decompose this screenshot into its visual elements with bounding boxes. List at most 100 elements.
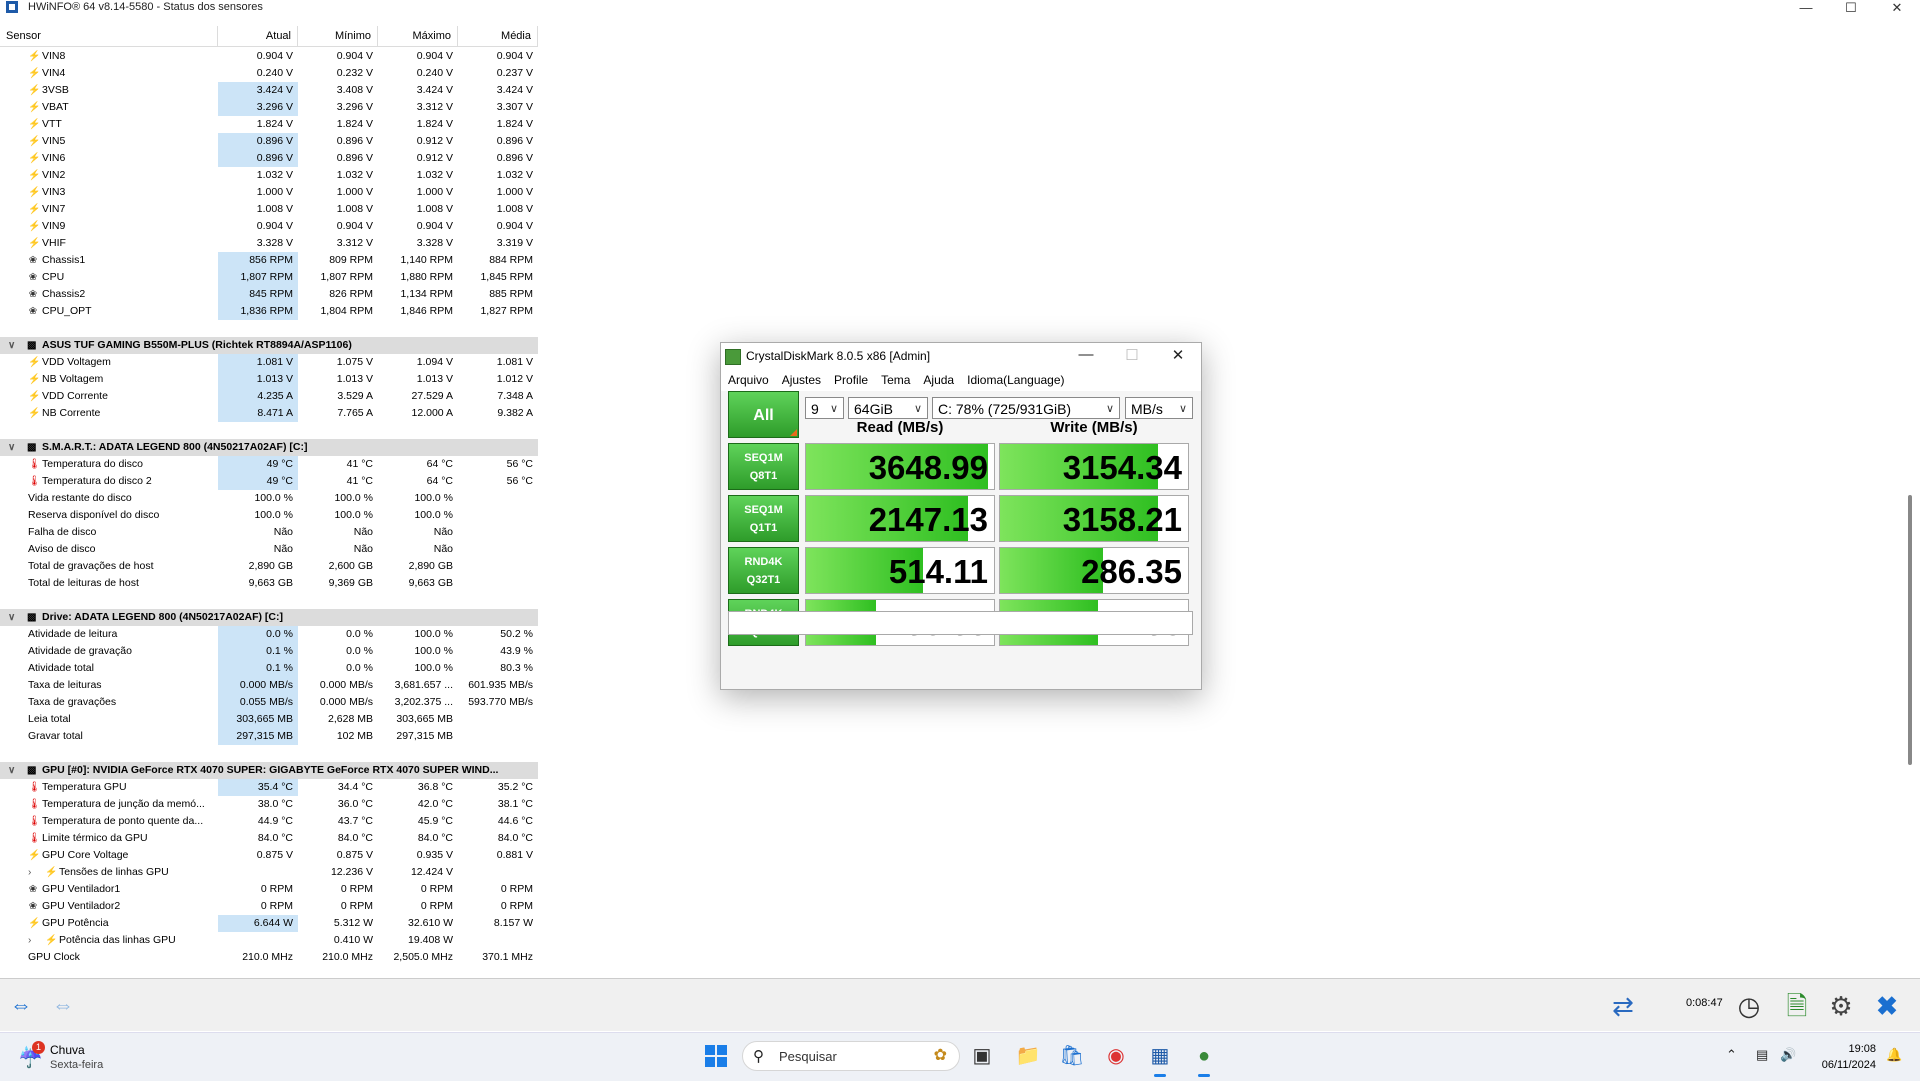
sensor-row[interactable]: ◷Falha de disco Não Não Não <box>0 524 538 541</box>
sensor-row[interactable]: › ⚡ Potência das linhas GPU 0.410 W 19.408 W <box>0 932 538 949</box>
taskbar-search[interactable]: ⚲ Pesquisar ✿ <box>742 1041 960 1071</box>
crystaldiskmark-taskbar-icon[interactable]: ● <box>1189 1041 1219 1077</box>
sensor-group-header[interactable]: ∨ ▩ S.M.A.R.T.: ADATA LEGEND 800 (4N50217A… <box>0 439 538 456</box>
close-x-icon[interactable]: ✖ <box>1866 985 1908 1027</box>
collapse-chevron-icon[interactable]: ∨ <box>8 765 15 776</box>
unit-select[interactable]: MB/s ∨ <box>1125 397 1193 419</box>
maximize-button[interactable]: ☐ <box>1841 0 1861 16</box>
sensor-row[interactable]: ⚡ VIN9 0.904 V 0.904 V 0.904 V 0.904 V <box>0 218 538 235</box>
clock-icon[interactable]: ◷ <box>1728 985 1770 1027</box>
add-report-icon[interactable]: 🗎 <box>1776 985 1818 1027</box>
sensor-row[interactable]: ⚡ VIN7 1.008 V 1.008 V 1.008 V 1.008 V <box>0 201 538 218</box>
sensor-group-header[interactable]: ∨ ▩ ASUS TUF GAMING B550M-PLUS (Richtek RT… <box>0 337 538 354</box>
hwinfo-taskbar-icon[interactable]: ▦ <box>1145 1041 1175 1077</box>
navigate-collapse-icon[interactable]: ⇔ <box>46 992 80 1018</box>
sensor-row[interactable]: ◷Reserva disponível do disco 100.0 % 100.0… <box>0 507 538 524</box>
sensor-row[interactable]: ◷Gravar total297,315 MB102 MB297,315 MB <box>0 728 538 745</box>
network-tray-icon[interactable]: ▤ <box>1756 1047 1768 1063</box>
sensor-row[interactable]: 🌡 Temperatura GPU 35.4 °C 34.4 °C 36.8 °C 35.… <box>0 779 538 796</box>
sensor-row[interactable]: ◷GPU Clock 210.0 MHz 210.0 MHz 2,505.0 MHz 3… <box>0 949 538 966</box>
sensor-row[interactable]: ⚡ 3VSB 3.424 V 3.408 V 3.424 V 3.424 V <box>0 82 538 99</box>
sensor-row[interactable]: ◷Atividade de leitura0.0 %0.0 %100.0 %50… <box>0 626 538 643</box>
file-explorer-icon[interactable]: 📁 <box>1013 1041 1043 1071</box>
tray-expand-icon[interactable]: ⌃ <box>1726 1047 1737 1063</box>
col-sensor[interactable]: Sensor <box>0 26 218 46</box>
menu-tema[interactable]: Tema <box>874 370 916 390</box>
sensor-row[interactable]: ⚡ NB Voltagem 1.013 V 1.013 V 1.013 V 1.012 V <box>0 371 538 388</box>
sensor-row[interactable]: ⚡ VBAT 3.296 V 3.296 V 3.312 V 3.307 V <box>0 99 538 116</box>
sensor-row[interactable]: 🌡 Limite térmico da GPU 84.0 °C 84.0 °C 84.0… <box>0 830 538 847</box>
col-max[interactable]: Máximo <box>378 26 458 46</box>
sensor-row[interactable]: ◷Taxa de leituras0.000 MB/s0.000 MB/s3,6… <box>0 677 538 694</box>
sensor-row[interactable]: ⚡ VDD Corrente 4.235 A 3.529 A 27.529 A 7.348… <box>0 388 538 405</box>
sensor-row[interactable]: › ⚡ Tensões de linhas GPU 12.236 V 12.424 V <box>0 864 538 881</box>
minimize-button[interactable]: — <box>1796 0 1816 15</box>
collapse-chevron-icon[interactable]: ∨ <box>8 340 15 351</box>
start-button[interactable] <box>705 1045 727 1067</box>
sensor-row[interactable]: ◷Aviso de disco Não Não Não <box>0 541 538 558</box>
expand-chevron-icon[interactable]: › <box>28 935 31 946</box>
sensor-row[interactable]: 🌡 Temperatura de junção da memó... 38.0 °C… <box>0 796 538 813</box>
col-avg[interactable]: Média <box>458 26 538 46</box>
test-button[interactable]: SEQ1M Q8T1 <box>728 443 799 490</box>
cdm-minimize-button[interactable]: — <box>1071 346 1101 363</box>
store-icon[interactable]: 🛍 <box>1057 1041 1087 1071</box>
test-button[interactable]: SEQ1M Q1T1 <box>728 495 799 542</box>
sensor-row[interactable]: ◷Total de leituras de host 9,663 GB 9,369 … <box>0 575 538 592</box>
settings-gear-icon[interactable]: ⚙ <box>1820 985 1862 1027</box>
close-button[interactable]: ✕ <box>1887 0 1907 16</box>
sensor-row[interactable]: ⚡ VTT 1.824 V 1.824 V 1.824 V 1.824 V <box>0 116 538 133</box>
sensor-row[interactable]: ⚡ NB Corrente 8.471 A 7.765 A 12.000 A 9.382 … <box>0 405 538 422</box>
sensor-row[interactable]: ❀ GPU Ventilador1 0 RPM 0 RPM 0 RPM 0 RPM <box>0 881 538 898</box>
sensor-row[interactable]: ◷Leia total303,665 MB2,628 MB303,665 MB <box>0 711 538 728</box>
collapse-chevron-icon[interactable]: ∨ <box>8 612 15 623</box>
expand-chevron-icon[interactable]: › <box>28 867 31 878</box>
menu-profile[interactable]: Profile <box>827 370 874 390</box>
comment-field[interactable] <box>728 611 1193 635</box>
col-min[interactable]: Mínimo <box>298 26 378 46</box>
sensor-row[interactable]: ⚡ VIN5 0.896 V 0.896 V 0.912 V 0.896 V <box>0 133 538 150</box>
menu-arquivo[interactable]: Arquivo <box>721 370 775 390</box>
taskbar-clock[interactable]: 19:08 06/11/2024 <box>1810 1041 1876 1073</box>
sensor-row[interactable]: ❀ Chassis1 856 RPM 809 RPM 1,140 RPM 884 RPM <box>0 252 538 269</box>
menu-ajuda[interactable]: Ajuda <box>916 370 960 390</box>
sensor-row[interactable]: ⚡ VHIF 3.328 V 3.312 V 3.328 V 3.319 V <box>0 235 538 252</box>
menu-ajustes[interactable]: Ajustes <box>775 370 827 390</box>
volume-icon[interactable]: 🔊 <box>1780 1047 1796 1063</box>
sensor-row[interactable]: ⚡ VIN2 1.032 V 1.032 V 1.032 V 1.032 V <box>0 167 538 184</box>
sensor-row[interactable]: ⚡ VIN3 1.000 V 1.000 V 1.000 V 1.000 V <box>0 184 538 201</box>
run-all-button[interactable]: All <box>728 391 799 438</box>
test-size-select[interactable]: 64GiB ∨ <box>848 397 928 419</box>
sensor-row[interactable]: ◷Total de gravações de host 2,890 GB 2,600… <box>0 558 538 575</box>
sensor-row[interactable]: ⚡ GPU Core Voltage 0.875 V 0.875 V 0.935 V 0.… <box>0 847 538 864</box>
drive-select[interactable]: C: 78% (725/931GiB) ∨ <box>932 397 1120 419</box>
collapse-chevron-icon[interactable]: ∨ <box>8 442 15 453</box>
navigate-left-right-icon[interactable]: ⇔ <box>4 992 38 1018</box>
notifications-bell-icon[interactable]: 🔔 <box>1886 1047 1902 1063</box>
sensor-row[interactable]: 🌡 Temperatura do disco 2 49 °C 41 °C 64 °C 56… <box>0 473 538 490</box>
sensor-group-header[interactable]: ∨ ▩ Drive: ADATA LEGEND 800 (4N50217A02AF)… <box>0 609 538 626</box>
sensor-row[interactable]: ◷Atividade de gravação0.1 % 0.0 % 100.0 % 4… <box>0 643 538 660</box>
task-view-icon[interactable]: ▣ <box>967 1041 997 1071</box>
sensor-row[interactable]: ⚡ VIN4 0.240 V 0.232 V 0.240 V 0.237 V <box>0 65 538 82</box>
sensor-row[interactable]: 🌡 Temperatura do disco 49 °C 41 °C 64 °C 56 °… <box>0 456 538 473</box>
sensor-row[interactable]: ⚡ VDD Voltagem 1.081 V 1.075 V 1.094 V 1.081 … <box>0 354 538 371</box>
sensor-row[interactable]: ❀ CPU 1,807 RPM 1,807 RPM 1,880 RPM 1,845 RPM <box>0 269 538 286</box>
sensor-row[interactable]: ◷Taxa de gravações0.055 MB/s 0.000 MB/s 3,… <box>0 694 538 711</box>
sensor-row[interactable]: ⚡ GPU Potência 6.644 W 5.312 W 32.610 W 8.157… <box>0 915 538 932</box>
sensor-table[interactable]: ⚡ VIN8 0.904 V 0.904 V 0.904 V 0.904 V ⚡ VIN4 0.… <box>0 48 538 973</box>
menu-idioma[interactable]: Idioma(Language) <box>960 370 1070 390</box>
sensor-row[interactable]: ◷Atividade total0.1 % 0.0 % 100.0 % 80.3 % <box>0 660 538 677</box>
sensor-row[interactable]: ❀ GPU Ventilador2 0 RPM 0 RPM 0 RPM 0 RPM <box>0 898 538 915</box>
network-icon[interactable]: ⇄ <box>1602 985 1644 1027</box>
scrollbar-thumb[interactable] <box>1908 495 1912 765</box>
sensor-row[interactable]: 🌡 Temperatura de ponto quente da... 44.9 °… <box>0 813 538 830</box>
sensor-row[interactable]: ❀ Chassis2 845 RPM 826 RPM 1,134 RPM 885 RPM <box>0 286 538 303</box>
test-count-select[interactable]: 9 ∨ <box>805 397 844 419</box>
col-current[interactable]: Atual <box>218 26 298 46</box>
chrome-icon[interactable]: ◉ <box>1101 1041 1131 1071</box>
sensor-row[interactable]: ◷Vida restante do disco 100.0 % 100.0 % 100… <box>0 490 538 507</box>
sensor-row[interactable]: ❀ CPU_OPT 1,836 RPM 1,804 RPM 1,846 RPM 1,827… <box>0 303 538 320</box>
sensor-row[interactable]: ⚡ VIN8 0.904 V 0.904 V 0.904 V 0.904 V <box>0 48 538 65</box>
sensor-group-header[interactable]: ∨ ▩ GPU [#0]: NVIDIA GeForce RTX 4070 SUPE… <box>0 762 538 779</box>
